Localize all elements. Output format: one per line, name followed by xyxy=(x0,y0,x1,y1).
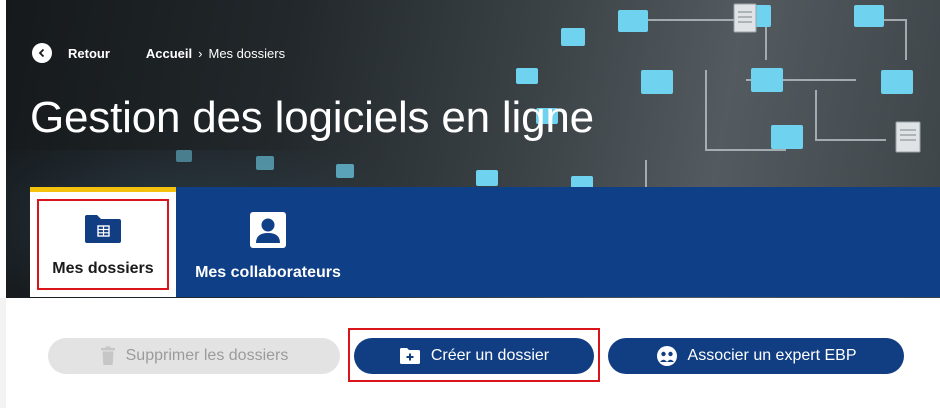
tab-mes-dossiers[interactable]: Mes dossiers xyxy=(30,187,176,297)
tab-mes-collaborateurs[interactable]: Mes collaborateurs xyxy=(176,187,360,297)
chevron-left-icon xyxy=(38,48,45,58)
user-icon xyxy=(249,211,287,254)
back-button[interactable] xyxy=(32,43,52,63)
back-link[interactable]: Retour xyxy=(68,46,110,61)
breadcrumb-separator: › xyxy=(198,45,203,61)
tab-label: Mes dossiers xyxy=(52,260,154,277)
tab-bar: Mes dossiers Mes collaborateurs xyxy=(30,187,940,297)
create-folder-button[interactable]: Créer un dossier xyxy=(354,338,594,374)
breadcrumb-home-link[interactable]: Accueil xyxy=(146,46,192,61)
breadcrumb: Retour Accueil › Mes dossiers xyxy=(32,40,285,66)
associate-expert-label: Associer un expert EBP xyxy=(687,347,857,364)
trash-icon xyxy=(100,346,116,366)
tab-label: Mes collaborateurs xyxy=(195,264,341,281)
left-edge xyxy=(0,298,6,408)
folder-plus-icon xyxy=(399,347,421,365)
create-folder-label: Créer un dossier xyxy=(430,347,550,364)
support-agent-icon xyxy=(656,345,678,367)
delete-folders-label: Supprimer les dossiers xyxy=(125,347,289,364)
breadcrumb-current: Mes dossiers xyxy=(208,45,286,61)
page-title: Gestion des logiciels en ligne xyxy=(30,93,594,142)
delete-folders-button[interactable]: Supprimer les dossiers xyxy=(48,338,340,374)
folder-icon xyxy=(83,213,123,250)
associate-expert-button[interactable]: Associer un expert EBP xyxy=(608,338,904,374)
